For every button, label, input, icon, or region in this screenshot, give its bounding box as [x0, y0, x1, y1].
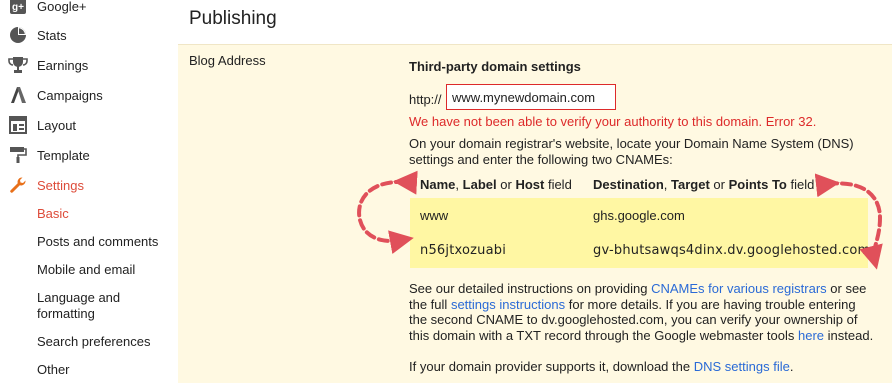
section-heading: Third-party domain settings [409, 59, 581, 74]
sidebar-item-settings[interactable]: Settings [0, 172, 178, 198]
record-destination: gv-bhutsawqs4dinx.dv.googlehosted.com [593, 243, 871, 258]
sidebar-item-label: Stats [37, 27, 67, 43]
header-field: field [790, 177, 815, 192]
sidebar-item-earnings[interactable]: Earnings [0, 52, 178, 78]
adwords-icon [8, 85, 28, 105]
webmaster-tools-here-link[interactable]: here [798, 328, 824, 343]
details-text: See our detailed instructions on providi… [409, 281, 648, 296]
sidebar-item-campaigns[interactable]: Campaigns [0, 82, 178, 108]
sidebar-item-layout[interactable]: Layout [0, 112, 178, 138]
header-label: Label [462, 177, 497, 192]
record-name: n56jtxozuabi [420, 243, 507, 258]
header-destination: Destination [593, 177, 664, 192]
sidebar-item-label: Settings [37, 177, 84, 193]
dns-file-text: If your domain provider supports it, dow… [409, 359, 875, 375]
sidebar-nav: g+ Google+ Stats Earnings Campaigns Layo… [0, 0, 178, 382]
details-text: instead. [827, 327, 874, 343]
dns-settings-file-link[interactable]: DNS settings file [694, 359, 790, 374]
header-or: or [500, 177, 512, 192]
record-destination: ghs.google.com [593, 208, 685, 223]
settings-instructions-link[interactable]: settings instructions [451, 297, 565, 312]
header-or: or [713, 177, 725, 192]
sidebar-item-google-plus[interactable]: g+ Google+ [0, 0, 178, 19]
wrench-icon [8, 175, 28, 195]
header-host: Host [515, 177, 545, 192]
sidebar-subitem-other[interactable]: Other [37, 362, 172, 378]
blog-address-label: Blog Address [189, 53, 266, 68]
footer-text: If your domain provider supports it, dow… [409, 359, 691, 374]
trophy-icon [8, 55, 28, 75]
header-target: Target [671, 177, 710, 192]
sidebar-item-template[interactable]: Template [0, 142, 178, 168]
sidebar-subitem-basic[interactable]: Basic [37, 206, 172, 222]
sidebar-subitem-search-preferences[interactable]: Search preferences [37, 334, 172, 350]
sidebar-item-label: Campaigns [37, 87, 103, 103]
sidebar-item-label: Layout [37, 117, 77, 133]
dns-intro-text: On your domain registrar's website, loca… [409, 136, 854, 167]
column-header-destination: Destination, Target or Points To field [593, 177, 815, 192]
sidebar-subitem-language-and-formatting[interactable]: Language and formatting [37, 290, 172, 322]
column-header-name: Name, Label or Host field [420, 177, 572, 192]
paint-roller-icon [8, 145, 28, 165]
footer-text: . [789, 359, 794, 374]
page-title: Publishing [189, 8, 277, 29]
sidebar-subitem-mobile-and-email[interactable]: Mobile and email [37, 262, 172, 278]
domain-input[interactable] [446, 84, 616, 110]
dns-details-text: See our detailed instructions on providi… [409, 281, 875, 343]
pie-chart-icon [8, 25, 28, 45]
sidebar-subitem-posts-and-comments[interactable]: Posts and comments [37, 234, 172, 250]
sidebar-item-label: Template [37, 147, 90, 163]
layout-icon [8, 115, 28, 135]
svg-text:g+: g+ [12, 2, 24, 13]
header-name: Name [420, 177, 456, 192]
header-points-to: Points To [728, 177, 787, 192]
google-plus-icon: g+ [8, 0, 28, 16]
record-name: www [420, 208, 449, 223]
sidebar-item-label: Google+ [37, 0, 87, 14]
error-message: We have not been able to verify your aut… [409, 114, 817, 129]
http-prefix: http:// [409, 92, 442, 107]
header-field: field [547, 177, 572, 192]
sidebar-item-stats[interactable]: Stats [0, 22, 178, 48]
sidebar-item-label: Earnings [37, 57, 89, 73]
cnames-registrars-link[interactable]: CNAMEs for various registrars [651, 281, 827, 296]
